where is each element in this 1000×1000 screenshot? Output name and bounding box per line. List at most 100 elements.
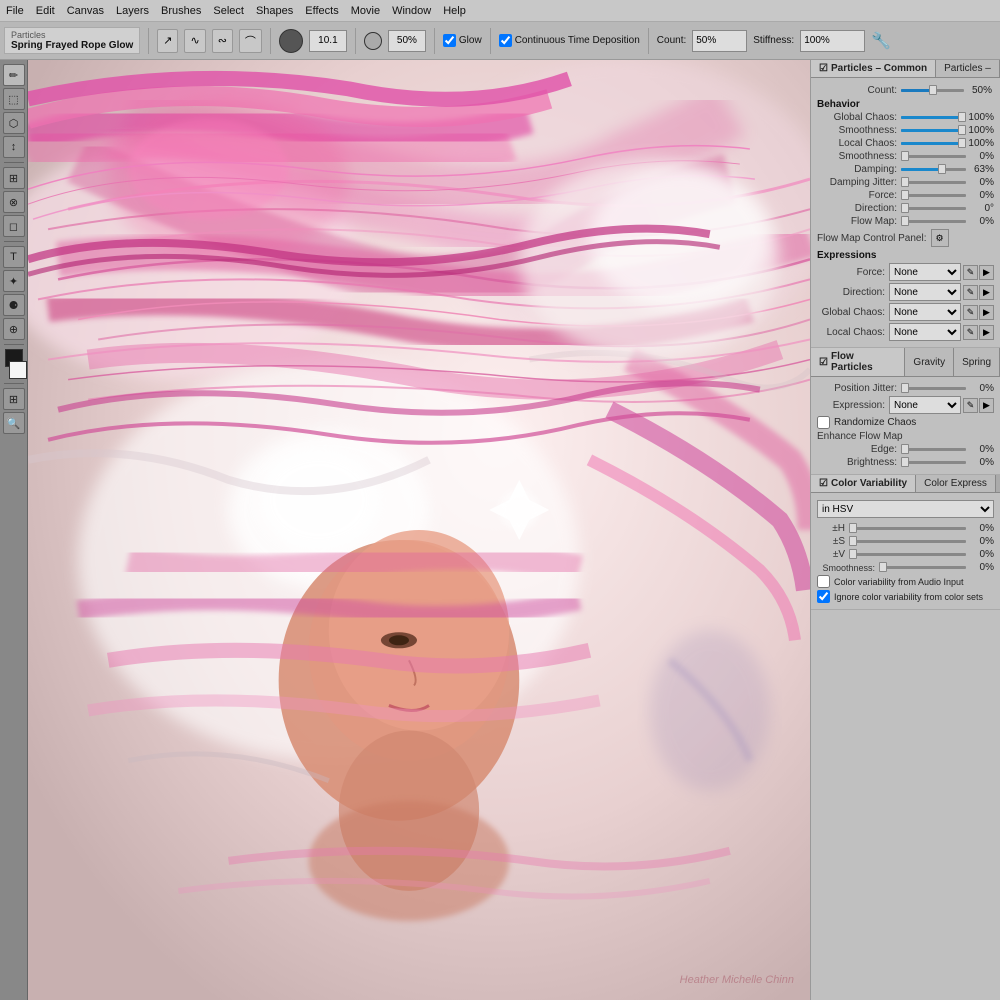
sm2-thumb[interactable] [901,151,909,161]
opacity-circle[interactable] [364,32,382,50]
opacity-input[interactable] [388,30,426,52]
sm2-slider[interactable] [901,155,966,158]
bright-thumb[interactable] [901,457,909,467]
continuous-checkbox[interactable] [499,34,512,47]
hsv-select[interactable]: in HSV [817,500,994,518]
count-slider[interactable] [901,89,964,92]
ignore-checkbox[interactable] [817,590,830,603]
ef-add[interactable]: ▶ [979,265,994,280]
glow-label[interactable]: Glow [443,34,482,47]
brush-info[interactable]: Particles Spring Frayed Rope Glow [4,27,140,54]
hsvv-slider[interactable] [849,553,966,556]
menu-help[interactable]: Help [443,5,466,17]
exp-edit[interactable]: ✎ [963,398,978,413]
elc-select[interactable]: None [889,323,961,341]
hsvs-thumb[interactable] [849,536,857,546]
edge-slider[interactable] [901,448,966,451]
tab-color-express[interactable]: Color Express [916,475,996,492]
tab-particles-common[interactable]: ☑ Particles – Common [811,60,936,77]
hsvv-thumb[interactable] [849,549,857,559]
ed-add[interactable]: ▶ [979,285,994,300]
edge-thumb[interactable] [901,444,909,454]
background-color[interactable] [9,361,27,379]
glow-checkbox[interactable] [443,34,456,47]
wave-btn[interactable]: ∿ [184,29,205,53]
egc-add[interactable]: ▶ [979,305,994,320]
hsvh-slider[interactable] [849,527,966,530]
gc-slider[interactable] [901,116,966,119]
tab-spring[interactable]: Spring [954,348,1000,376]
elc-edit[interactable]: ✎ [963,325,978,340]
menu-canvas[interactable]: Canvas [67,5,104,17]
fm-slider[interactable] [901,220,966,223]
tool-shape[interactable]: ✦ [3,270,25,292]
pj-thumb[interactable] [901,383,909,393]
tool-mixer[interactable]: ⊕ [3,318,25,340]
hsvsmooth-slider[interactable] [879,566,966,569]
tab-flow-particles[interactable]: ☑ Flow Particles [811,348,905,376]
menu-layers[interactable]: Layers [116,5,149,17]
lc-thumb[interactable] [958,138,966,148]
continuous-label[interactable]: Continuous Time Deposition [499,34,640,47]
ef-edit[interactable]: ✎ [963,265,978,280]
gc-thumb[interactable] [958,112,966,122]
dampj-slider[interactable] [901,181,966,184]
damp-slider[interactable] [901,168,966,171]
damp-thumb[interactable] [938,164,946,174]
flow-map-control-btn[interactable]: ⚙ [931,229,949,247]
menu-window[interactable]: Window [392,5,431,17]
wave2-btn[interactable]: ∾ [212,29,233,53]
tool-fill[interactable]: ⊗ [3,191,25,213]
tab-particles[interactable]: Particles – [936,60,1000,77]
tool-navigator[interactable]: ⊞ [3,388,25,410]
tool-eraser[interactable]: ◻ [3,215,25,237]
menu-select[interactable]: Select [213,5,244,17]
force-slider[interactable] [901,194,966,197]
tab-color-variability[interactable]: ☑ Color Variability [811,475,916,492]
menu-edit[interactable]: Edit [36,5,55,17]
lc-slider[interactable] [901,142,966,145]
tool-select[interactable]: ⬚ [3,88,25,110]
egc-edit[interactable]: ✎ [963,305,978,320]
pj-slider[interactable] [901,387,966,390]
hsvsmooth-thumb[interactable] [879,562,887,572]
menu-shapes[interactable]: Shapes [256,5,293,17]
variant-btn[interactable]: ↗ [157,29,178,53]
hsvs-slider[interactable] [849,540,966,543]
count-thumb[interactable] [929,85,937,95]
sm1-slider[interactable] [901,129,966,132]
elc-add[interactable]: ▶ [979,325,994,340]
fm-thumb[interactable] [901,216,909,226]
bright-slider[interactable] [901,461,966,464]
count-input[interactable] [692,30,747,52]
dir-slider[interactable] [901,207,966,210]
dir-thumb[interactable] [901,203,909,213]
menu-effects[interactable]: Effects [305,5,338,17]
dampj-thumb[interactable] [901,177,909,187]
tool-zoom[interactable]: 🔍 [3,412,25,434]
size-input[interactable] [309,30,347,52]
hsvh-thumb[interactable] [849,523,857,533]
tool-eyedropper[interactable]: ⚈ [3,294,25,316]
menu-brushes[interactable]: Brushes [161,5,201,17]
sm1-thumb[interactable] [958,125,966,135]
exp-select[interactable]: None [889,396,961,414]
wrench-button[interactable]: 🔧 [871,31,891,51]
menu-movie[interactable]: Movie [351,5,380,17]
ed-select[interactable]: None [889,283,961,301]
tool-text[interactable]: T [3,246,25,268]
ed-edit[interactable]: ✎ [963,285,978,300]
tool-brush[interactable]: ✏ [3,64,25,86]
audio-checkbox[interactable] [817,575,830,588]
menu-file[interactable]: File [6,5,24,17]
canvas-area[interactable]: Heather Michelle Chinn [28,60,810,1000]
color-circle[interactable] [279,29,303,53]
randomize-checkbox[interactable] [817,416,830,429]
tool-transform[interactable]: ↕ [3,136,25,158]
force-thumb[interactable] [901,190,909,200]
tab-gravity[interactable]: Gravity [905,348,954,376]
stiffness-input[interactable] [800,30,865,52]
ef-select[interactable]: None [889,263,961,281]
exp-add[interactable]: ▶ [979,398,994,413]
path-btn[interactable]: ⌒ [239,29,262,53]
